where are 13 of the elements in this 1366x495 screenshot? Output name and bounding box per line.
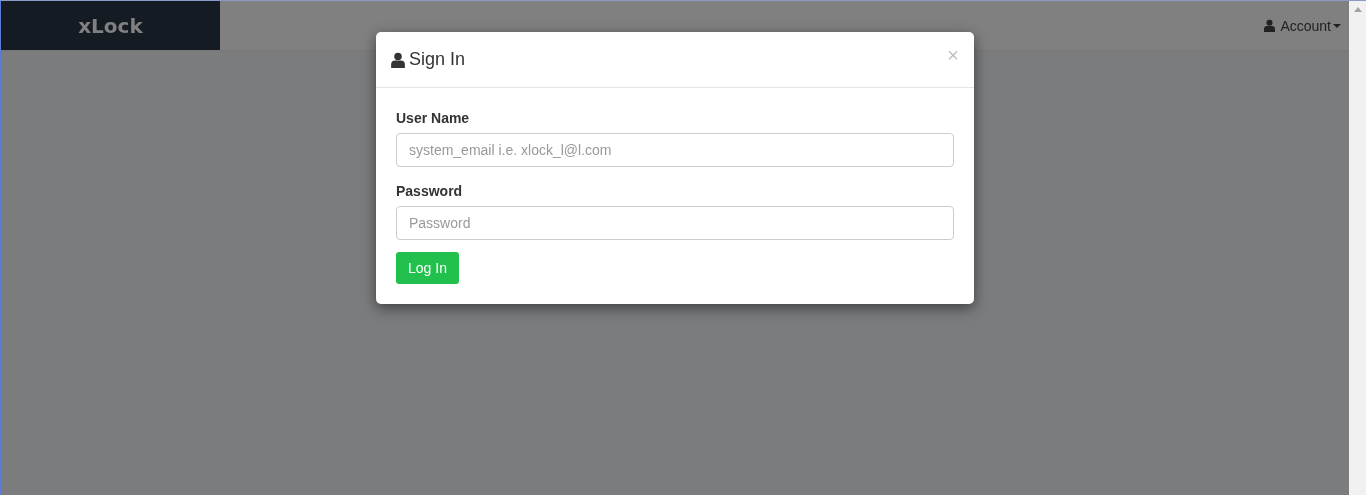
account-menu[interactable]: Account	[1264, 17, 1341, 34]
scroll-up-icon[interactable]	[1353, 7, 1362, 12]
field-label: User Name	[396, 110, 471, 126]
brand-logo[interactable]: xLock	[1, 1, 220, 50]
field-label: Password	[396, 183, 464, 199]
caret-icon	[1333, 23, 1341, 28]
login-button[interactable]: Log In	[396, 252, 459, 284]
dialog-title: Sign In	[409, 49, 466, 70]
input-field[interactable]: Password	[396, 206, 954, 240]
input-field[interactable]: system_email i.e. xlock_l@l.com	[396, 133, 954, 167]
user-icon	[391, 51, 405, 68]
scrollbar[interactable]	[1349, 1, 1366, 495]
user-icon	[1264, 19, 1276, 32]
